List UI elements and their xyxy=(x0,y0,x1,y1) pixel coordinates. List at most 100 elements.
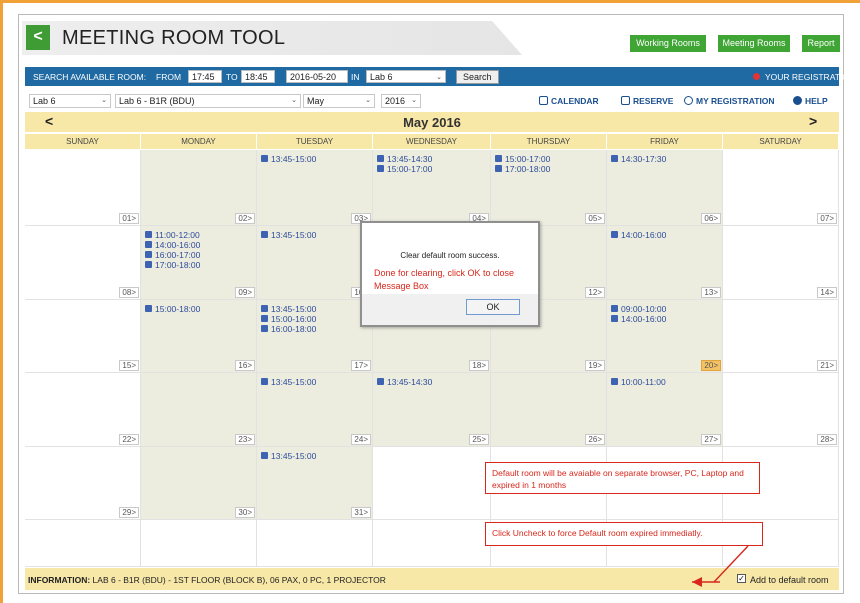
calendar-cell[interactable] xyxy=(373,447,491,520)
from-time-input[interactable]: 17:45 xyxy=(188,70,222,83)
reservation-event[interactable]: 15:00-18:00 xyxy=(145,304,200,314)
calendar-cell[interactable]: 26> xyxy=(491,373,607,447)
day-number[interactable]: 13> xyxy=(701,287,721,298)
day-number[interactable]: 27> xyxy=(701,434,721,445)
reservation-event[interactable]: 14:00-16:00 xyxy=(145,240,200,250)
calendar-cell[interactable]: 15> xyxy=(25,300,141,373)
calendar-cell[interactable]: 14> xyxy=(723,226,839,300)
calendar-link[interactable]: CALENDAR xyxy=(539,96,599,106)
calendar-cell[interactable]: 11:00-12:00 14:00-16:00 16:00-17:00 17:00-1… xyxy=(141,226,257,300)
reservation-event[interactable]: 13:45-15:00 xyxy=(261,304,316,314)
report-button[interactable]: Report xyxy=(802,35,840,52)
reservation-event[interactable]: 14:00-16:00 xyxy=(611,314,666,324)
calendar-cell[interactable]: 28> xyxy=(723,373,839,447)
day-number[interactable]: 08> xyxy=(119,287,139,298)
calendar-cell[interactable]: 30> xyxy=(141,447,257,520)
room-select[interactable]: Lab 6 ⌄ xyxy=(366,70,446,83)
help-link[interactable]: HELP xyxy=(793,96,828,106)
location-select[interactable]: Lab 6 ⌄ xyxy=(29,94,111,108)
next-month-button[interactable]: > xyxy=(809,113,817,129)
meeting-rooms-button[interactable]: Meeting Rooms xyxy=(718,35,790,52)
calendar-cell[interactable]: 07> xyxy=(723,150,839,226)
day-number[interactable]: 15> xyxy=(119,360,139,371)
day-number[interactable]: 16> xyxy=(235,360,255,371)
room-filter-select[interactable]: Lab 6 - B1R (BDU) ⌄ xyxy=(115,94,301,108)
from-label: FROM xyxy=(156,72,182,82)
ok-button[interactable]: OK xyxy=(466,299,520,315)
reserve-link[interactable]: RESERVE xyxy=(621,96,673,106)
day-number[interactable]: 19> xyxy=(585,360,605,371)
calendar-cell[interactable]: 22> xyxy=(25,373,141,447)
day-number[interactable]: 09> xyxy=(235,287,255,298)
calendar-cell[interactable]: 15:00-17:00 17:00-18:00 05> xyxy=(491,150,607,226)
calendar-cell[interactable]: 13:45-15:00 24> xyxy=(257,373,373,447)
day-number[interactable]: 14> xyxy=(817,287,837,298)
calendar-cell[interactable]: 13:45-15:0010> xyxy=(257,226,373,300)
your-registrations-link[interactable]: YOUR REGISTRATIONS xyxy=(765,72,860,82)
reservation-event[interactable]: 17:00-18:00 xyxy=(145,260,200,270)
day-number[interactable]: 22> xyxy=(119,434,139,445)
my-registration-link[interactable]: MY REGISTRATION xyxy=(684,96,775,106)
calendar-cell[interactable]: 13:45-15:00 15:00-16:00 16:00-18:00 17> xyxy=(257,300,373,373)
calendar-cell[interactable]: 09:00-10:00 14:00-16:00 20> xyxy=(607,300,723,373)
calendar-cell[interactable]: 10:00-11:00 27> xyxy=(607,373,723,447)
day-number[interactable]: 31> xyxy=(351,507,371,518)
reservation-event[interactable]: 13:45-15:00 xyxy=(261,377,316,387)
day-number[interactable]: 23> xyxy=(235,434,255,445)
reservation-event[interactable]: 13:45-15:00 xyxy=(261,154,316,164)
calendar-cell[interactable]: 13:45-15:00 03> xyxy=(257,150,373,226)
day-number[interactable]: 20> xyxy=(701,360,721,371)
reservation-event[interactable]: 16:00-17:00 xyxy=(145,250,200,260)
reservation-event[interactable]: 13:45-14:30 xyxy=(377,154,432,164)
day-number[interactable]: 05> xyxy=(585,213,605,224)
reservation-event[interactable]: 14:00-16:00 xyxy=(611,230,666,240)
event-time: 13:45-15:00 xyxy=(271,451,317,461)
day-number[interactable]: 21> xyxy=(817,360,837,371)
day-number[interactable]: 17> xyxy=(351,360,371,371)
calendar-cell[interactable]: 29> xyxy=(25,447,141,520)
day-number[interactable]: 25> xyxy=(469,434,489,445)
reservation-event[interactable]: 15:00-17:00 xyxy=(377,164,432,174)
calendar-cell[interactable]: 14:30-17:30 06> xyxy=(607,150,723,226)
reservation-event[interactable]: 10:00-11:00 xyxy=(611,377,666,387)
year-select[interactable]: 2016 ⌄ xyxy=(381,94,421,108)
month-select[interactable]: May ⌄ xyxy=(303,94,375,108)
calendar-cell[interactable]: 14:00-16:00 13> xyxy=(607,226,723,300)
reservation-event[interactable]: 16:00-18:00 xyxy=(261,324,316,334)
to-time-input[interactable]: 18:45 xyxy=(241,70,275,83)
calendar-cell[interactable]: 21> xyxy=(723,300,839,373)
calendar-cell[interactable]: 01> xyxy=(25,150,141,226)
day-number[interactable]: 01> xyxy=(119,213,139,224)
reservation-event[interactable]: 15:00-17:00 xyxy=(495,154,550,164)
reservation-event[interactable]: 11:00-12:00 xyxy=(145,230,200,240)
reservation-event[interactable]: 14:30-17:30 xyxy=(611,154,666,164)
reservation-event[interactable]: 15:00-16:00 xyxy=(261,314,316,324)
day-number[interactable]: 06> xyxy=(701,213,721,224)
reservation-event[interactable]: 13:45-14:30 xyxy=(377,377,432,387)
calendar-cell[interactable]: 13:45-14:30 15:00-17:00 04> xyxy=(373,150,491,226)
day-number[interactable]: 18> xyxy=(469,360,489,371)
day-number[interactable]: 12> xyxy=(585,287,605,298)
reservation-event[interactable]: 13:45-15:00 xyxy=(261,451,316,461)
back-button[interactable]: < xyxy=(26,25,50,50)
calendar-cell[interactable]: 23> xyxy=(141,373,257,447)
reservation-event[interactable]: 17:00-18:00 xyxy=(495,164,550,174)
day-number[interactable]: 24> xyxy=(351,434,371,445)
calendar-cell[interactable]: 13:45-14:30 25> xyxy=(373,373,491,447)
day-number[interactable]: 02> xyxy=(235,213,255,224)
calendar-cell[interactable]: 08> xyxy=(25,226,141,300)
working-rooms-button[interactable]: Working Rooms xyxy=(630,35,706,52)
calendar-cell[interactable]: 15:00-18:00 16> xyxy=(141,300,257,373)
search-button[interactable]: Search xyxy=(456,70,499,84)
event-time: 15:00-17:00 xyxy=(505,154,551,164)
calendar-cell[interactable]: 02> xyxy=(141,150,257,226)
date-input[interactable]: 2016-05-20 xyxy=(286,70,348,83)
day-number[interactable]: 26> xyxy=(585,434,605,445)
day-number[interactable]: 07> xyxy=(817,213,837,224)
reservation-event[interactable]: 09:00-10:00 xyxy=(611,304,666,314)
day-number[interactable]: 29> xyxy=(119,507,139,518)
calendar-cell[interactable]: 13:45-15:00 31> xyxy=(257,447,373,520)
day-number[interactable]: 28> xyxy=(817,434,837,445)
day-number[interactable]: 30> xyxy=(235,507,255,518)
reservation-event[interactable]: 13:45-15:00 xyxy=(261,230,316,240)
